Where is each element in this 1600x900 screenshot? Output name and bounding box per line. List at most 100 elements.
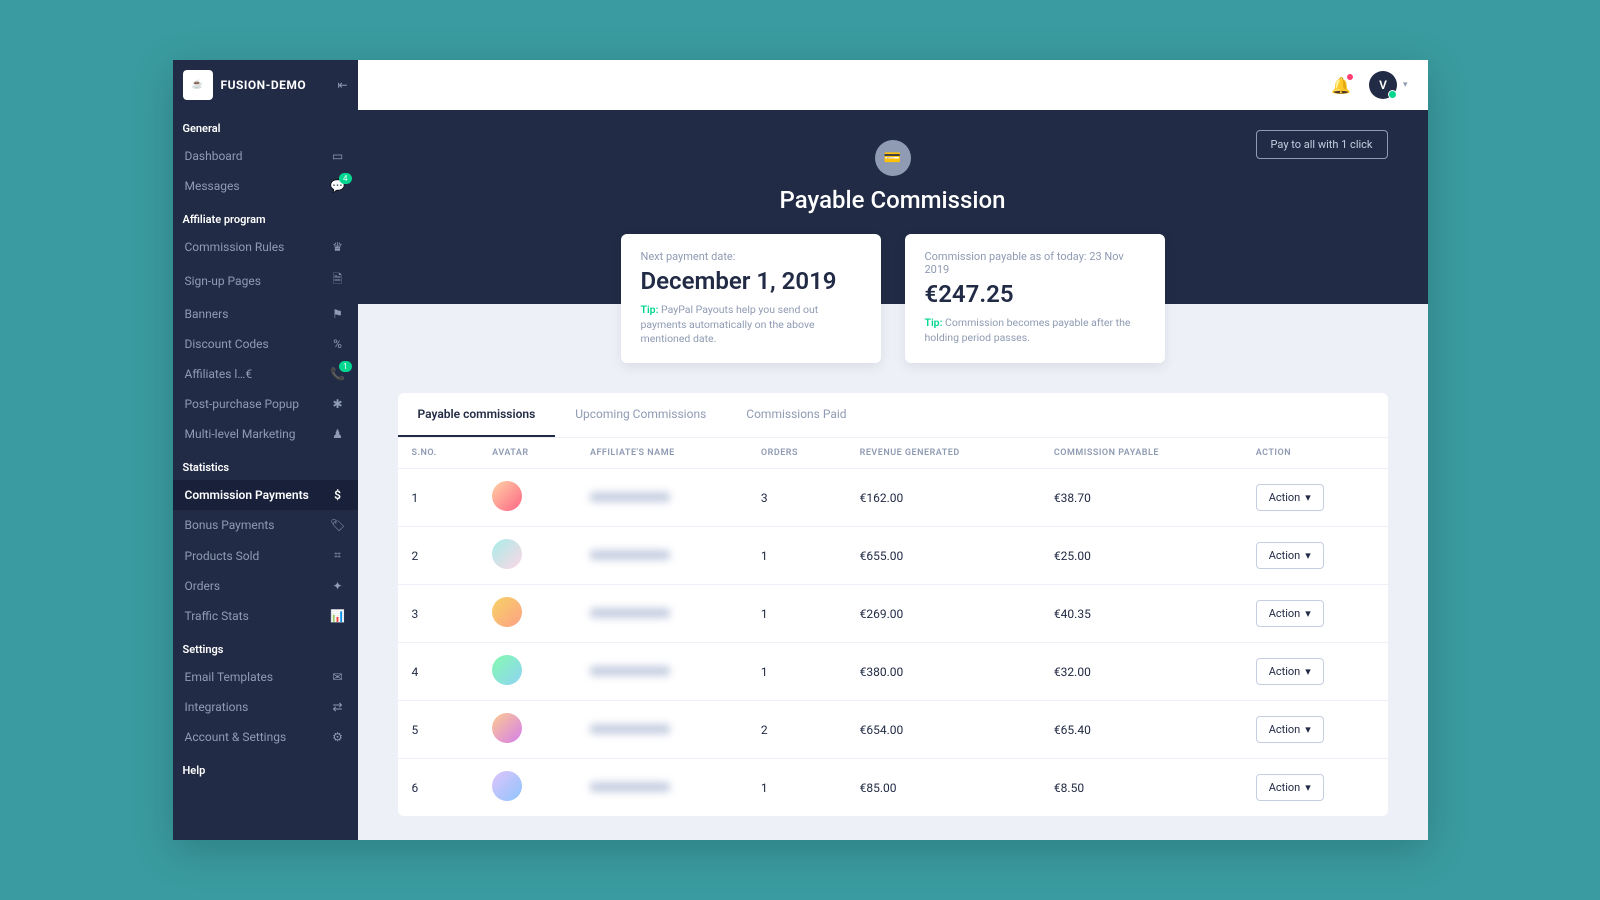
sidebar-item-traffic-stats[interactable]: Traffic Stats📊: [173, 601, 358, 631]
chevron-down-icon: ▾: [1305, 491, 1311, 504]
sidebar-item-banners[interactable]: Banners ⚑: [173, 299, 358, 329]
pay-all-button[interactable]: Pay to all with 1 click: [1256, 130, 1388, 159]
cell-action: Action ▾: [1242, 527, 1388, 585]
affiliate-name-blurred: [590, 782, 670, 792]
cell-action: Action▾: [1242, 759, 1388, 817]
sidebar-item-icon: ⇄: [330, 700, 346, 714]
sidebar-item-label: Messages: [185, 179, 240, 193]
sidebar-item-label: Affiliates l…€: [185, 367, 253, 381]
cell-orders: 1: [747, 585, 846, 643]
action-button[interactable]: Action▾: [1256, 600, 1324, 627]
sidebar-section-head: Help: [173, 752, 358, 783]
sidebar-item-multi-level-marketing[interactable]: Multi-level Marketing♟: [173, 419, 358, 449]
cell-avatar: [478, 585, 576, 643]
cell-revenue: €655.00: [846, 527, 1040, 585]
card-tip: Tip: Commission becomes payable after th…: [925, 316, 1145, 345]
sidebar-item-icon: ⚑: [330, 307, 346, 321]
avatar: [492, 771, 522, 801]
notification-bell-icon[interactable]: 🔔: [1331, 76, 1351, 95]
action-button[interactable]: Action ▾: [1256, 542, 1324, 569]
affiliate-name-blurred: [590, 724, 670, 734]
sidebar-item-icon: ♟: [330, 427, 346, 441]
cell-sno: 5: [398, 701, 479, 759]
tabs: Payable commissionsUpcoming CommissionsC…: [398, 393, 1388, 438]
cell-revenue: €162.00: [846, 469, 1040, 527]
tab-commissions-paid[interactable]: Commissions Paid: [726, 393, 866, 437]
sidebar-item-commission-rules[interactable]: Commission Rules♛: [173, 232, 358, 262]
action-button[interactable]: Action▾: [1256, 716, 1324, 743]
sidebar-item-integrations[interactable]: Integrations ⇄: [173, 692, 358, 722]
table-row: 31€269.00€40.35Action▾: [398, 585, 1388, 643]
table-row: 52€654.00€65.40Action▾: [398, 701, 1388, 759]
cell-commission: €65.40: [1040, 701, 1242, 759]
sidebar-item-post-purchase-popup[interactable]: Post-purchase Popup ✱: [173, 389, 358, 419]
avatar: [492, 481, 522, 511]
sidebar-item-email-templates[interactable]: Email Templates ✉: [173, 662, 358, 692]
cell-orders: 2: [747, 701, 846, 759]
cell-avatar: [478, 527, 576, 585]
sidebar-item-icon: ✱: [330, 397, 346, 411]
sidebar-item-affiliates-l-[interactable]: Affiliates l…€📞1: [173, 359, 358, 389]
cell-orders: 3: [747, 469, 846, 527]
sidebar-item-label: Bonus Payments: [185, 518, 275, 532]
cell-avatar: [478, 643, 576, 701]
sidebar-item-messages[interactable]: Messages💬4: [173, 171, 358, 201]
action-label: Action: [1269, 607, 1301, 620]
brand-name: FUSION-DEMO: [221, 78, 307, 92]
sidebar-item-icon: $: [330, 488, 346, 502]
sidebar: ☕ FUSION-DEMO ⇤ GeneralDashboard▭Message…: [173, 60, 358, 840]
user-menu[interactable]: V ▾: [1369, 71, 1408, 99]
brand: ☕ FUSION-DEMO ⇤: [173, 60, 358, 110]
tab-payable-commissions[interactable]: Payable commissions: [398, 393, 556, 437]
card-value: December 1, 2019: [641, 267, 861, 295]
sidebar-toggle-icon[interactable]: ⇤: [337, 78, 347, 92]
cell-orders: 1: [747, 759, 846, 817]
action-button[interactable]: Action▾: [1256, 774, 1324, 801]
affiliate-name-blurred: [590, 608, 670, 618]
sidebar-item-icon: %: [330, 337, 346, 351]
affiliate-name-blurred: [590, 492, 670, 502]
sidebar-item-label: Products Sold: [185, 549, 260, 563]
cell-commission: €38.70: [1040, 469, 1242, 527]
summary-cards: Next payment date: December 1, 2019 Tip:…: [358, 234, 1428, 363]
action-button[interactable]: Action▾: [1256, 484, 1324, 511]
column-header: ACTION: [1242, 438, 1388, 469]
sidebar-item-label: Post-purchase Popup: [185, 397, 299, 411]
card-value: €247.25: [925, 280, 1145, 308]
sidebar-item-bonus-payments[interactable]: Bonus Payments 🏷: [173, 510, 358, 540]
cell-name: [576, 585, 747, 643]
cell-avatar: [478, 469, 576, 527]
avatar: [492, 597, 522, 627]
action-label: Action: [1269, 549, 1301, 562]
chevron-down-icon: ▾: [1305, 665, 1311, 678]
sidebar-item-sign-up-pages[interactable]: Sign-up Pages🗎: [173, 262, 358, 299]
cell-name: [576, 759, 747, 817]
sidebar-item-products-sold[interactable]: Products Sold⌗: [173, 540, 358, 571]
sidebar-item-label: Account & Settings: [185, 730, 287, 744]
sidebar-item-label: Integrations: [185, 700, 249, 714]
sidebar-item-label: Email Templates: [185, 670, 274, 684]
main: 🔔 V ▾ Pay to all with 1 click 💳 Payable …: [358, 60, 1428, 840]
sidebar-item-label: Banners: [185, 307, 229, 321]
cell-name: [576, 469, 747, 527]
sidebar-item-discount-codes[interactable]: Discount Codes%: [173, 329, 358, 359]
chevron-down-icon: ▾: [1305, 549, 1311, 562]
badge: 1: [339, 361, 352, 372]
sidebar-item-icon: 🏷: [330, 518, 346, 532]
tab-upcoming-commissions[interactable]: Upcoming Commissions: [555, 393, 726, 437]
table-row: 61€85.00€8.50Action▾: [398, 759, 1388, 817]
sidebar-item-commission-payments[interactable]: Commission Payments$: [173, 480, 358, 510]
topbar: 🔔 V ▾: [358, 60, 1428, 110]
card-label: Commission payable as of today: 23 Nov 2…: [925, 250, 1145, 276]
chevron-down-icon: ▾: [1403, 80, 1408, 90]
cell-name: [576, 527, 747, 585]
sidebar-item-account-settings[interactable]: Account & Settings⚙: [173, 722, 358, 752]
cell-sno: 1: [398, 469, 479, 527]
sidebar-item-icon: ♛: [330, 240, 346, 254]
sidebar-item-label: Sign-up Pages: [185, 274, 261, 288]
action-button[interactable]: Action▾: [1256, 658, 1324, 685]
sidebar-item-orders[interactable]: Orders✦: [173, 571, 358, 601]
sidebar-item-icon: ✉: [330, 670, 346, 684]
sidebar-item-dashboard[interactable]: Dashboard▭: [173, 141, 358, 171]
card-label: Next payment date:: [641, 250, 861, 263]
